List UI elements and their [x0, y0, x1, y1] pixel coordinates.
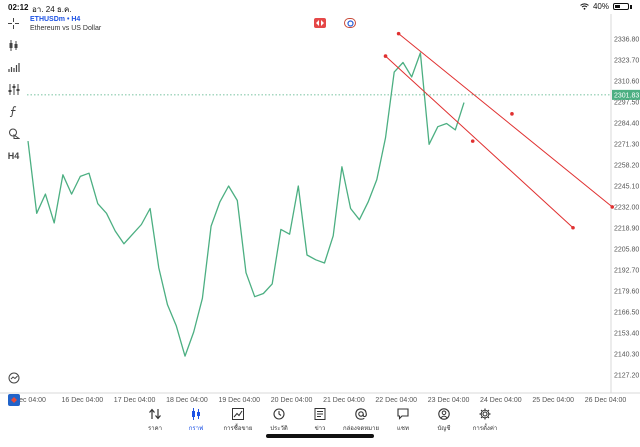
trade-signal-icon[interactable]	[344, 18, 356, 28]
trend-line[interactable]	[385, 55, 574, 229]
trend-line-handle[interactable]	[383, 54, 388, 58]
x-tick-label: 19 Dec 04:00	[218, 397, 260, 404]
battery-icon	[613, 3, 629, 10]
nav-news-label: ข่าว	[314, 426, 326, 432]
y-tick-label: 2127.20	[614, 373, 639, 380]
y-tick-label: 2258.20	[614, 162, 639, 169]
price-line	[27, 52, 465, 357]
battery-level	[615, 5, 620, 8]
current-price-label: 2301.83	[614, 92, 639, 99]
y-tick-label: 2166.50	[614, 309, 639, 316]
account-icon	[438, 408, 450, 420]
bottom-navigation: ราคา กราฟ การซื้อขาย ประวัติ ข่าว กล่องจ…	[0, 406, 640, 447]
trend-line-handle[interactable]	[396, 31, 401, 36]
y-tick-label: 2218.90	[614, 225, 639, 232]
home-indicator	[266, 434, 374, 438]
nav-chart-label: กราฟ	[188, 426, 204, 432]
one-click-trading-icon[interactable]	[6, 370, 21, 385]
one-click-buy-sell-icon[interactable]	[314, 18, 326, 28]
chart-legend: ETHUSDm • H4 Ethereum vs US Dollar	[30, 15, 101, 33]
nav-history-label: ประวัติ	[270, 426, 288, 432]
indicators-icon[interactable]	[6, 82, 21, 97]
trade-icon	[232, 408, 244, 420]
y-tick-label: 2323.70	[614, 57, 639, 64]
chart-icon	[192, 408, 200, 420]
x-tick-label: 17 Dec 04:00	[114, 397, 156, 404]
y-tick-label: 2336.80	[614, 36, 639, 43]
legend-quick-icons	[314, 18, 356, 28]
trend-line[interactable]	[398, 33, 613, 208]
current-price-layer: 2301.83	[27, 89, 640, 100]
y-tick-label: 2140.30	[614, 352, 639, 359]
candles-icon[interactable]	[6, 38, 21, 53]
y-tick-label: 2271.30	[614, 141, 639, 148]
nav-quotes-label: ราคา	[148, 426, 162, 432]
battery-tip	[630, 4, 632, 9]
chart-type-icon[interactable]	[6, 60, 21, 75]
x-tick-label: 25 Dec 04:00	[532, 397, 574, 404]
y-tick-label: 2192.70	[614, 267, 639, 274]
status-bar: 02:12 อา. 24 ธ.ค. 40%	[0, 0, 640, 14]
y-tick-label: 2245.10	[614, 183, 639, 190]
trend-line-handle[interactable]	[470, 139, 475, 143]
nav-trade-label: การซื้อขาย	[223, 426, 253, 432]
settings-icon	[479, 408, 491, 420]
trend-line-handle[interactable]	[610, 205, 615, 209]
trend-lines[interactable]	[383, 31, 615, 230]
trend-line-handle[interactable]	[510, 112, 514, 116]
battery-percent: 40%	[592, 2, 609, 11]
x-tick-label: 16 Dec 04:00	[61, 397, 103, 404]
x-tick-label: 22 Dec 04:00	[375, 397, 417, 404]
wifi-icon	[580, 3, 589, 10]
nav-account-label: บัญชี	[437, 426, 451, 432]
price-chart[interactable]: Dec 04:00 16 Dec 04:00 17 Dec 04:00 18 Dec …	[0, 0, 640, 447]
quotes-icon	[149, 408, 161, 420]
status-right: 40%	[580, 2, 632, 11]
symbol-label[interactable]: ETHUSDm • H4	[30, 15, 101, 24]
x-tick-label: 20 Dec 04:00	[271, 397, 313, 404]
x-tick-label: 18 Dec 04:00	[166, 397, 208, 404]
y-tick-label: 2310.60	[614, 78, 639, 85]
x-tick-label: 23 Dec 04:00	[428, 397, 470, 404]
trend-line-handle[interactable]	[571, 225, 575, 230]
y-tick-label: 2153.40	[614, 330, 639, 337]
nav-mailbox-label: กล่องจดหมาย	[342, 426, 380, 432]
y-tick-label: 2232.00	[614, 204, 639, 211]
y-tick-label: 2179.60	[614, 288, 639, 295]
y-tick-label: 2205.80	[614, 246, 639, 253]
broker-logo-icon[interactable]	[6, 392, 21, 407]
x-tick-label: 21 Dec 04:00	[323, 397, 365, 404]
chat-icon	[397, 408, 409, 420]
news-icon	[314, 408, 326, 420]
history-icon	[273, 408, 285, 420]
x-tick-label: 24 Dec 04:00	[480, 397, 522, 404]
y-tick-label: 2297.50	[614, 99, 639, 106]
drawing-toolbar: H4	[0, 14, 26, 407]
timeframe-icon[interactable]: H4	[6, 148, 21, 163]
nav-settings-label: การตั้งค่า	[472, 426, 498, 432]
objects-icon[interactable]	[6, 126, 21, 141]
x-tick-label: 26 Dec 04:00	[585, 397, 627, 404]
status-time: 02:12	[8, 3, 29, 12]
crosshair-icon[interactable]	[6, 16, 21, 31]
price-series	[27, 52, 465, 357]
time-axis: Dec 04:00 16 Dec 04:00 17 Dec 04:00 18 Dec …	[14, 397, 626, 404]
y-tick-label: 2284.40	[614, 120, 639, 127]
function-icon[interactable]	[6, 104, 21, 119]
nav-chat-label: แชท	[397, 426, 409, 432]
chart-frame	[0, 14, 640, 394]
price-axis: 2336.80 2323.70 2310.60 2297.50 2284.40 2271.…	[614, 36, 639, 379]
nav-settings[interactable]: การตั้งค่า	[460, 408, 510, 433]
symbol-description: Ethereum vs US Dollar	[30, 25, 102, 32]
mailbox-icon	[355, 408, 367, 420]
